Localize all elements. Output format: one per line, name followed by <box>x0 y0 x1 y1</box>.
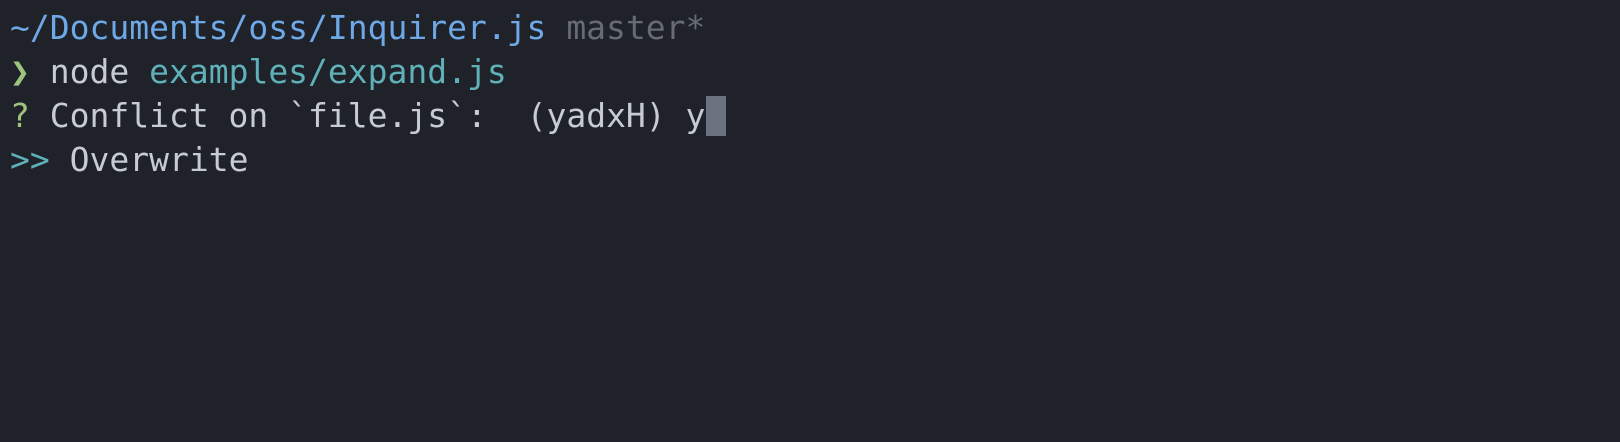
choice-pointer-icon: >> <box>10 140 50 179</box>
command-line: ❯ node examples/expand.js <box>10 50 1610 94</box>
terminal-window[interactable]: ~/Documents/oss/Inquirer.js master* ❯ no… <box>0 0 1620 442</box>
choice-keys-hint: (yadxH) <box>526 96 666 135</box>
prompt-header-line: ~/Documents/oss/Inquirer.js master* <box>10 6 1610 50</box>
inquirer-question-line: ? Conflict on `file.js`: (yadxH) y <box>10 94 1610 138</box>
current-directory-path: ~/Documents/oss/Inquirer.js <box>10 8 547 47</box>
prompt-chevron-icon: ❯ <box>10 52 30 91</box>
question-text: Conflict on `file.js`: <box>49 96 487 135</box>
text-cursor <box>706 96 727 136</box>
command-name: node <box>49 52 130 91</box>
selected-choice-label[interactable]: Overwrite <box>70 138 249 182</box>
answer-input-value[interactable]: y <box>686 94 706 138</box>
command-argument: examples/expand.js <box>149 52 507 91</box>
git-branch-label: master* <box>566 8 706 47</box>
expanded-choice-line: >> Overwrite <box>10 138 1610 182</box>
question-mark-icon: ? <box>10 96 30 135</box>
